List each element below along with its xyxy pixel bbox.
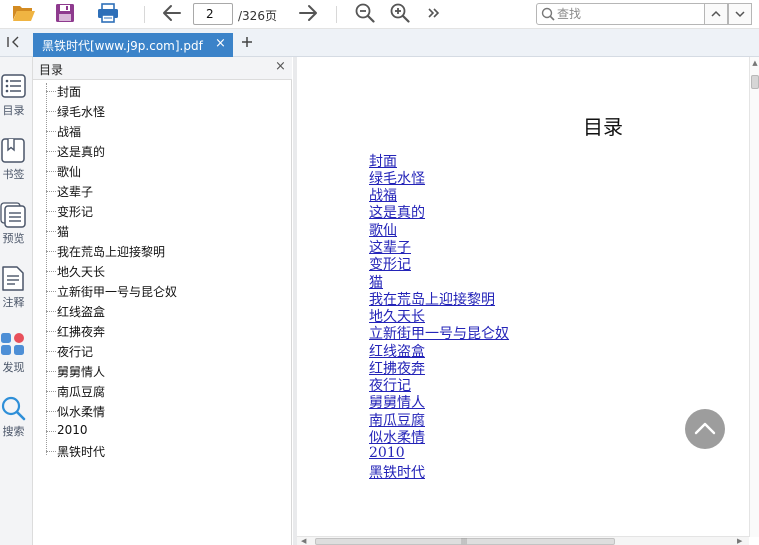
outline-header: 目录 ×	[33, 57, 292, 80]
outline-item[interactable]: 封面	[46, 82, 276, 100]
zoom-out-button[interactable]	[351, 2, 379, 26]
search-next-button[interactable]	[728, 3, 752, 25]
outline-item[interactable]: 夜行记	[46, 342, 276, 360]
print-icon	[97, 2, 119, 26]
collapse-left-icon	[5, 35, 21, 52]
rail-item-search[interactable]: 搜索	[0, 396, 27, 454]
vertical-scrollbar[interactable]: ▲	[749, 57, 759, 537]
toc-link[interactable]: 黑铁时代	[369, 462, 425, 482]
rail-item-bookmark[interactable]: 书签	[0, 138, 27, 196]
main-toolbar: /326页	[0, 0, 759, 29]
new-tab-button[interactable]	[238, 34, 256, 52]
rail-label-search: 搜索	[2, 425, 25, 438]
outline-item[interactable]: 舅舅情人	[46, 362, 276, 380]
outline-close-button[interactable]: ×	[275, 60, 287, 73]
zoom-in-button[interactable]	[386, 2, 414, 26]
save-icon	[55, 3, 75, 26]
outline-item[interactable]: 似水柔情	[46, 402, 276, 420]
plus-icon	[241, 36, 253, 51]
tab-bar: 黑铁时代[www.j9p.com].pdf ×	[0, 29, 759, 57]
rail-item-discover[interactable]: 发现	[0, 331, 27, 389]
toc-link[interactable]: 似水柔情	[369, 427, 425, 447]
folder-open-icon	[12, 3, 36, 26]
chevron-up-icon	[711, 7, 721, 21]
rail-item-preview[interactable]: 预览	[0, 202, 27, 260]
toc-heading: 目录	[583, 115, 623, 139]
arrow-left-icon	[162, 4, 182, 25]
previous-page-button[interactable]	[158, 2, 186, 26]
rail-item-toc[interactable]: 目录	[0, 74, 27, 132]
print-button[interactable]	[94, 2, 122, 26]
toolbar-separator	[336, 6, 337, 23]
toc-link[interactable]: 2010	[369, 445, 405, 461]
chevron-up-icon	[694, 421, 716, 438]
more-tools-button[interactable]	[420, 2, 448, 26]
outline-item[interactable]: 2010	[46, 422, 276, 440]
scroll-right-arrow[interactable]: ▶	[737, 537, 742, 545]
search-previous-button[interactable]	[704, 3, 728, 25]
tab-document[interactable]: 黑铁时代[www.j9p.com].pdf ×	[33, 33, 233, 57]
toc-link[interactable]: 变形记	[369, 254, 411, 274]
page-total-label: /326页	[238, 9, 277, 23]
outline-item[interactable]: 立新街甲一号与昆仑奴	[46, 282, 276, 300]
outline-item[interactable]: 猫	[46, 222, 276, 240]
outline-item[interactable]: 战福	[46, 122, 276, 140]
outline-item[interactable]: 黑铁时代	[46, 442, 276, 460]
arrow-right-icon	[298, 4, 318, 25]
save-button[interactable]	[51, 2, 79, 26]
outline-panel: 目录 × 封面 绿毛水怪 战福 这是真的 歌仙 这辈子 变形记 猫 我在荒岛上迎…	[33, 57, 292, 545]
more-icon	[427, 6, 441, 23]
toc-link[interactable]: 立新街甲一号与昆仑奴	[369, 323, 509, 343]
outline-item[interactable]: 歌仙	[46, 162, 276, 180]
chevron-down-icon	[735, 7, 745, 21]
toc-link[interactable]: 舅舅情人	[369, 392, 425, 412]
horizontal-scroll-thumb[interactable]: |||	[315, 538, 615, 545]
rail-label-preview: 预览	[2, 232, 25, 245]
back-to-top-button[interactable]	[685, 409, 725, 449]
outline-item[interactable]: 我在荒岛上迎接黎明	[46, 242, 276, 260]
toc-link[interactable]: 这是真的	[369, 202, 425, 222]
scroll-grip: |||	[461, 538, 468, 545]
outline-item[interactable]: 红线盗盒	[46, 302, 276, 320]
tab-title: 黑铁时代[www.j9p.com].pdf	[42, 39, 203, 53]
horizontal-scrollbar[interactable]: ◀ ||| ▶	[297, 536, 749, 545]
toolbar-separator	[144, 6, 145, 23]
open-file-button[interactable]	[10, 2, 38, 26]
zoom-out-icon	[355, 3, 375, 26]
outline-item[interactable]: 南瓜豆腐	[46, 382, 276, 400]
search-box[interactable]	[536, 3, 705, 25]
document-view: 目录 封面 绿毛水怪 战福 这是真的 歌仙 这辈子 变形记 猫 我在荒岛上迎接黎…	[293, 57, 759, 545]
rail-item-annotation[interactable]: 注释	[0, 266, 27, 324]
outline-item[interactable]: 变形记	[46, 202, 276, 220]
scroll-left-arrow[interactable]: ◀	[301, 537, 306, 545]
outline-item[interactable]: 这辈子	[46, 182, 276, 200]
rail-label-bookmark: 书签	[2, 168, 25, 181]
vertical-scroll-thumb[interactable]	[751, 75, 759, 89]
rail-label-annotation: 注释	[2, 296, 25, 309]
outline-title: 目录	[39, 63, 64, 77]
rail-label-discover: 发现	[2, 361, 25, 374]
outline-tree: 封面 绿毛水怪 战福 这是真的 歌仙 这辈子 变形记 猫 我在荒岛上迎接黎明 地…	[33, 80, 292, 545]
page-gutter	[293, 57, 297, 545]
left-rail: 目录 书签 预览 注释 发现 搜索	[0, 57, 33, 545]
tab-close-button[interactable]: ×	[215, 37, 227, 51]
next-page-button[interactable]	[294, 2, 322, 26]
outline-item[interactable]: 地久天长	[46, 262, 276, 280]
scroll-up-arrow[interactable]: ▲	[751, 59, 759, 67]
rail-label-toc: 目录	[2, 104, 25, 117]
outline-item[interactable]: 这是真的	[46, 142, 276, 160]
page-number-input[interactable]	[193, 3, 233, 25]
outline-item[interactable]: 红拂夜奔	[46, 322, 276, 340]
search-input[interactable]	[557, 6, 697, 22]
collapse-sidebar-button[interactable]	[4, 35, 22, 51]
zoom-in-icon	[390, 3, 410, 26]
outline-item[interactable]: 绿毛水怪	[46, 102, 276, 120]
